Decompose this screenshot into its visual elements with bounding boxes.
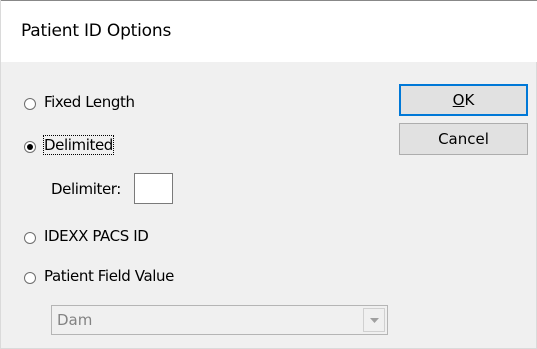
patient-id-options-dialog: Patient ID Options Fixed Length Delimite… xyxy=(0,0,537,349)
radio-button-patient-field-value[interactable] xyxy=(24,272,36,284)
ok-button-mnemonic: O xyxy=(452,91,465,109)
patient-field-select-value: Dam xyxy=(57,311,93,329)
patient-field-value-label[interactable]: Patient Field Value xyxy=(44,267,174,285)
radio-button-fixed-length[interactable] xyxy=(24,98,36,110)
ok-button-label-rest: K xyxy=(464,91,475,109)
radio-button-idexx-pacs-id[interactable] xyxy=(24,232,36,244)
delimited-label[interactable]: Delimited xyxy=(43,135,114,155)
chevron-down-icon xyxy=(369,317,379,323)
title-bar[interactable]: Patient ID Options xyxy=(1,0,537,62)
patient-field-select[interactable]: Dam xyxy=(51,305,388,335)
fixed-length-label[interactable]: Fixed Length xyxy=(44,93,135,111)
ok-button[interactable]: OK xyxy=(399,84,528,116)
cancel-button-label: Cancel xyxy=(438,130,489,148)
radio-button-delimited[interactable] xyxy=(24,141,36,153)
cancel-button[interactable]: Cancel xyxy=(399,123,528,155)
window-title: Patient ID Options xyxy=(21,21,172,41)
dropdown-arrow-button[interactable] xyxy=(363,308,385,332)
idexx-pacs-id-label[interactable]: IDEXX PACS ID xyxy=(44,227,149,245)
delimiter-input[interactable] xyxy=(134,173,173,204)
delimiter-label: Delimiter: xyxy=(51,180,121,198)
